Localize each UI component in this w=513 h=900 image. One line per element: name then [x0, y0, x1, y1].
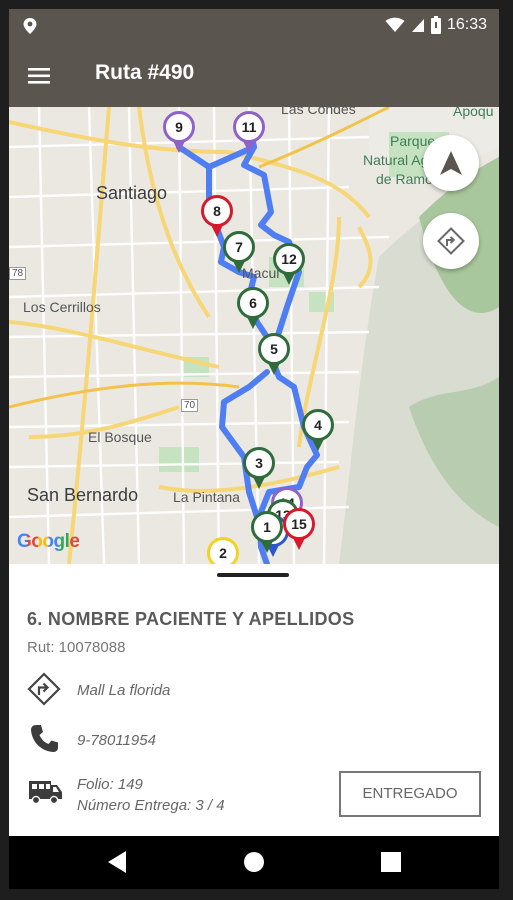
stop-pin-label: 2 [207, 537, 239, 564]
stop-pin-label: 4 [302, 409, 334, 441]
map-label-san-bernardo: San Bernardo [27, 485, 139, 505]
route-map[interactable]: Las Condes Apoqu Parque Natural Aguas de… [9, 107, 499, 564]
stop-address: Mall La florida [77, 682, 171, 699]
road-shield-70: 70 [181, 399, 199, 412]
stop-pin-6[interactable]: 6 [237, 287, 269, 331]
stop-pin-label: 1 [251, 511, 283, 543]
stop-pin-15[interactable]: 15 [283, 508, 315, 552]
delivered-button[interactable]: ENTREGADO [339, 771, 481, 817]
patient-name: 6. NOMBRE PACIENTE Y APELLIDOS [27, 609, 355, 629]
status-bar: 16:33 [9, 9, 499, 43]
patient-rut: Rut: 10078088 [27, 639, 126, 656]
stop-folio: Folio: 149 [77, 776, 143, 793]
home-icon[interactable] [242, 850, 266, 874]
system-nav-bar [9, 836, 499, 889]
screen: 16:33 Ruta #490 Las Condes Apoqu Parque … [9, 9, 499, 889]
stop-pin-label: 3 [243, 447, 275, 479]
app-bar: Ruta #490 [9, 43, 499, 107]
stop-pin-2[interactable]: 2 [207, 537, 239, 564]
location-pin-icon [23, 18, 37, 34]
stop-pin-label: 6 [237, 287, 269, 319]
stop-pin-label: 7 [223, 231, 255, 263]
stop-pin-12[interactable]: 12 [273, 243, 305, 287]
map-label-las-condes: Las Condes [281, 107, 356, 117]
stop-pin-label: 12 [273, 243, 305, 275]
cell-signal-icon [411, 19, 424, 32]
phone-frame: 16:33 Ruta #490 Las Condes Apoqu Parque … [0, 0, 513, 900]
battery-icon [430, 16, 441, 34]
google-logo: Google [17, 531, 80, 553]
stop-detail-sheet: 6. NOMBRE PACIENTE Y APELLIDOS Rut: 1007… [9, 564, 499, 836]
map-label-apoquindo: Apoqu [453, 107, 494, 119]
sheet-drag-handle[interactable] [217, 573, 289, 577]
hamburger-menu-icon[interactable] [25, 61, 55, 91]
phone-icon [31, 725, 58, 752]
map-label-santiago: Santiago [96, 183, 168, 203]
recents-icon[interactable] [381, 852, 401, 872]
stop-pin-label: 9 [163, 111, 195, 143]
stop-pin-label: 5 [258, 333, 290, 365]
navigation-button[interactable] [423, 135, 479, 191]
map-label-el-bosque: El Bosque [88, 429, 152, 445]
stop-pin-label: 11 [233, 111, 265, 143]
navigation-arrow-icon [440, 151, 462, 175]
status-icons: 16:33 [385, 16, 487, 34]
stop-pin-7[interactable]: 7 [223, 231, 255, 275]
status-time: 16:33 [446, 16, 487, 33]
page-title: Ruta #490 [95, 61, 195, 84]
stop-pin-9[interactable]: 9 [163, 111, 195, 155]
stop-pin-4[interactable]: 4 [302, 409, 334, 453]
stop-pin-label: 15 [283, 508, 315, 540]
back-icon[interactable] [106, 850, 128, 874]
stop-delivery-number: Número Entrega: 3 / 4 [77, 797, 225, 814]
stop-pin-label: 8 [201, 195, 233, 227]
stop-phone[interactable]: 9-78011954 [77, 732, 156, 749]
map-label-la-pintana: La Pintana [173, 489, 240, 505]
delivery-van-icon [29, 781, 62, 805]
directions-icon [437, 227, 465, 255]
stop-pin-3[interactable]: 3 [243, 447, 275, 491]
stop-pin-11[interactable]: 11 [233, 111, 265, 155]
road-shield-78: 78 [9, 267, 27, 280]
directions-button[interactable] [423, 213, 479, 269]
google-logo-text: Google [17, 531, 80, 552]
stop-pin-5[interactable]: 5 [258, 333, 290, 377]
directions-icon [27, 672, 61, 706]
stop-pin-1[interactable]: 1 [251, 511, 283, 555]
map-label-los-cerrillos: Los Cerrillos [23, 299, 101, 315]
wifi-icon [385, 17, 405, 32]
